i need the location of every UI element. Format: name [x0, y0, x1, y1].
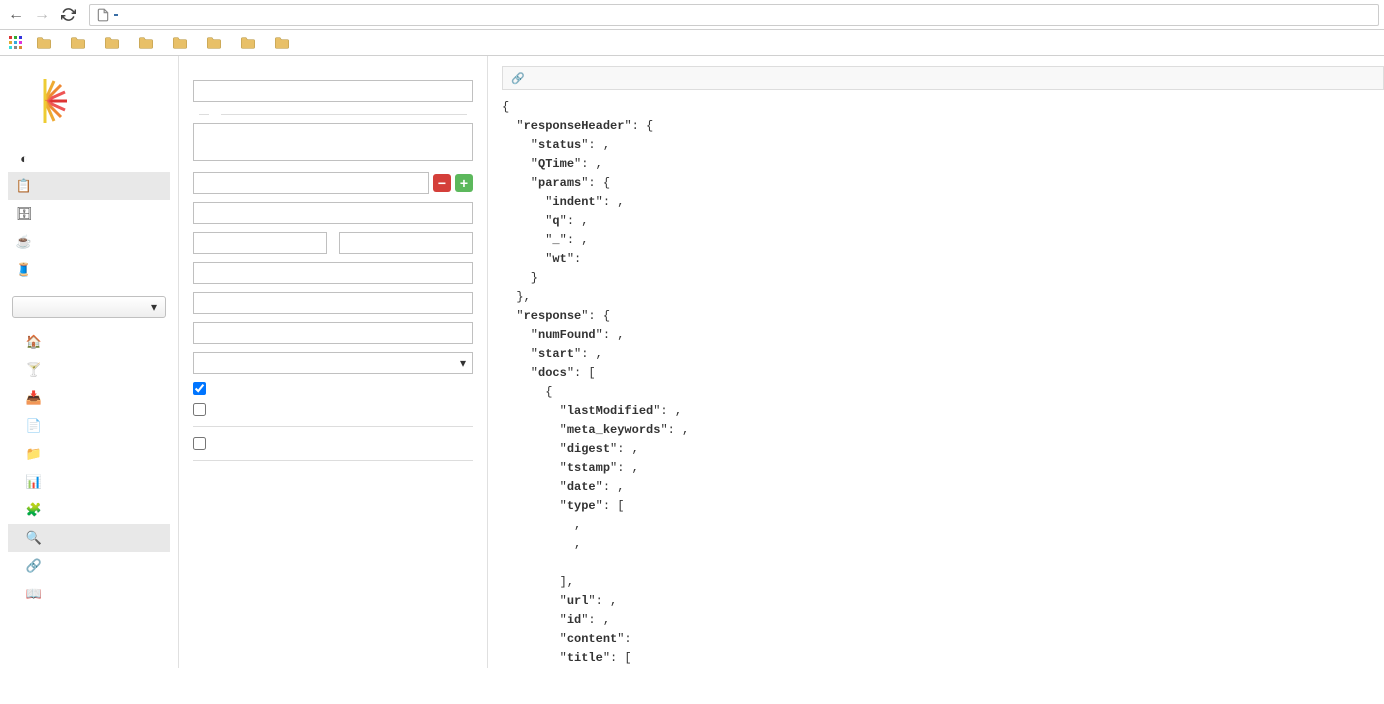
- coreadmin-icon: 🗄: [16, 206, 32, 222]
- folder-icon: [240, 36, 256, 50]
- q-input[interactable]: [193, 123, 473, 161]
- dashboard-icon: ◐: [16, 150, 32, 166]
- folder-icon: [138, 36, 154, 50]
- solr-logo: [16, 76, 170, 126]
- subnav-analysis[interactable]: 🍸: [8, 356, 170, 384]
- schema-icon: 📖: [26, 586, 42, 602]
- bookmark-folder[interactable]: [138, 36, 158, 50]
- raw-input[interactable]: [193, 322, 473, 344]
- import-icon: 📥: [26, 390, 42, 406]
- bookmarks-bar: [0, 30, 1384, 56]
- documents-icon: 📄: [26, 418, 42, 434]
- subnav-dataimport[interactable]: 📥: [8, 384, 170, 412]
- wt-select[interactable]: ▾: [193, 352, 473, 374]
- thread-icon: 🧵: [16, 262, 32, 278]
- subnav-ping[interactable]: 📊: [8, 468, 170, 496]
- bookmark-folder[interactable]: [206, 36, 226, 50]
- folder-icon: [274, 36, 290, 50]
- files-icon: 📁: [26, 446, 42, 462]
- df-input[interactable]: [193, 292, 473, 314]
- result-panel: 🔗 { "responseHeader": { "status": , "QTi…: [488, 56, 1384, 668]
- indent-checkbox[interactable]: [193, 382, 473, 395]
- nav-logging[interactable]: 📋: [8, 172, 170, 200]
- page-icon: [96, 8, 110, 22]
- folder-icon: [70, 36, 86, 50]
- apps-icon[interactable]: [8, 35, 24, 51]
- nav-coreadmin[interactable]: 🗄: [8, 200, 170, 228]
- qt-input[interactable]: [193, 80, 473, 102]
- fl-input[interactable]: [193, 262, 473, 284]
- refresh-button[interactable]: [57, 4, 79, 26]
- add-fq-button[interactable]: +: [455, 174, 473, 192]
- common-section: [193, 114, 473, 115]
- bookmark-folder[interactable]: [36, 36, 56, 50]
- bookmark-folder[interactable]: [104, 36, 124, 50]
- nav-javaprops[interactable]: ☕: [8, 228, 170, 256]
- subnav-plugins[interactable]: 🧩: [8, 496, 170, 524]
- search-icon: 🔍: [26, 530, 42, 546]
- subnav-files[interactable]: 📁: [8, 440, 170, 468]
- query-url-bar[interactable]: 🔗: [502, 66, 1384, 90]
- subnav-documents[interactable]: 📄: [8, 412, 170, 440]
- bookmark-folder[interactable]: [240, 36, 260, 50]
- rows-input[interactable]: [339, 232, 473, 254]
- fq-input[interactable]: [193, 172, 429, 194]
- debugquery-checkbox[interactable]: [193, 403, 473, 416]
- chevron-down-icon: ▾: [460, 356, 466, 370]
- subnav-replication[interactable]: 🔗: [8, 552, 170, 580]
- logging-icon: 📋: [16, 178, 32, 194]
- java-icon: ☕: [16, 234, 32, 250]
- analysis-icon: 🍸: [26, 362, 42, 378]
- home-icon: 🏠: [26, 334, 42, 350]
- folder-icon: [206, 36, 222, 50]
- sidebar: ◐ 📋 🗄 ☕ 🧵 ▾ 🏠 🍸 📥 📄 📁 📊 🧩 🔍 🔗 📖: [0, 56, 178, 668]
- bookmark-folder[interactable]: [172, 36, 192, 50]
- chevron-down-icon: ▾: [151, 300, 157, 314]
- json-output: { "responseHeader": { "status": , "QTime…: [502, 98, 1384, 668]
- bookmark-folder[interactable]: [70, 36, 90, 50]
- replication-icon: 🔗: [26, 558, 42, 574]
- ping-icon: 📊: [26, 474, 42, 490]
- dismax-checkbox[interactable]: [193, 437, 473, 450]
- url-selected: [114, 14, 118, 16]
- folder-icon: [36, 36, 52, 50]
- nav-dashboard[interactable]: ◐: [8, 144, 170, 172]
- link-icon: 🔗: [511, 72, 525, 85]
- subnav-overview[interactable]: 🏠: [8, 328, 170, 356]
- folder-icon: [104, 36, 120, 50]
- address-bar[interactable]: [89, 4, 1379, 26]
- remove-fq-button[interactable]: −: [433, 174, 451, 192]
- subnav-schema[interactable]: 📖: [8, 580, 170, 608]
- start-input[interactable]: [193, 232, 327, 254]
- plugins-icon: 🧩: [26, 502, 42, 518]
- folder-icon: [172, 36, 188, 50]
- sort-input[interactable]: [193, 202, 473, 224]
- sun-icon: [20, 76, 70, 126]
- bookmark-folder[interactable]: [274, 36, 294, 50]
- browser-toolbar: ← →: [0, 0, 1384, 30]
- query-form: − + ▾: [178, 56, 488, 668]
- core-selector[interactable]: ▾: [12, 296, 166, 318]
- forward-button[interactable]: →: [31, 4, 53, 26]
- nav-threaddump[interactable]: 🧵: [8, 256, 170, 284]
- back-button[interactable]: ←: [5, 4, 27, 26]
- subnav-query[interactable]: 🔍: [8, 524, 170, 552]
